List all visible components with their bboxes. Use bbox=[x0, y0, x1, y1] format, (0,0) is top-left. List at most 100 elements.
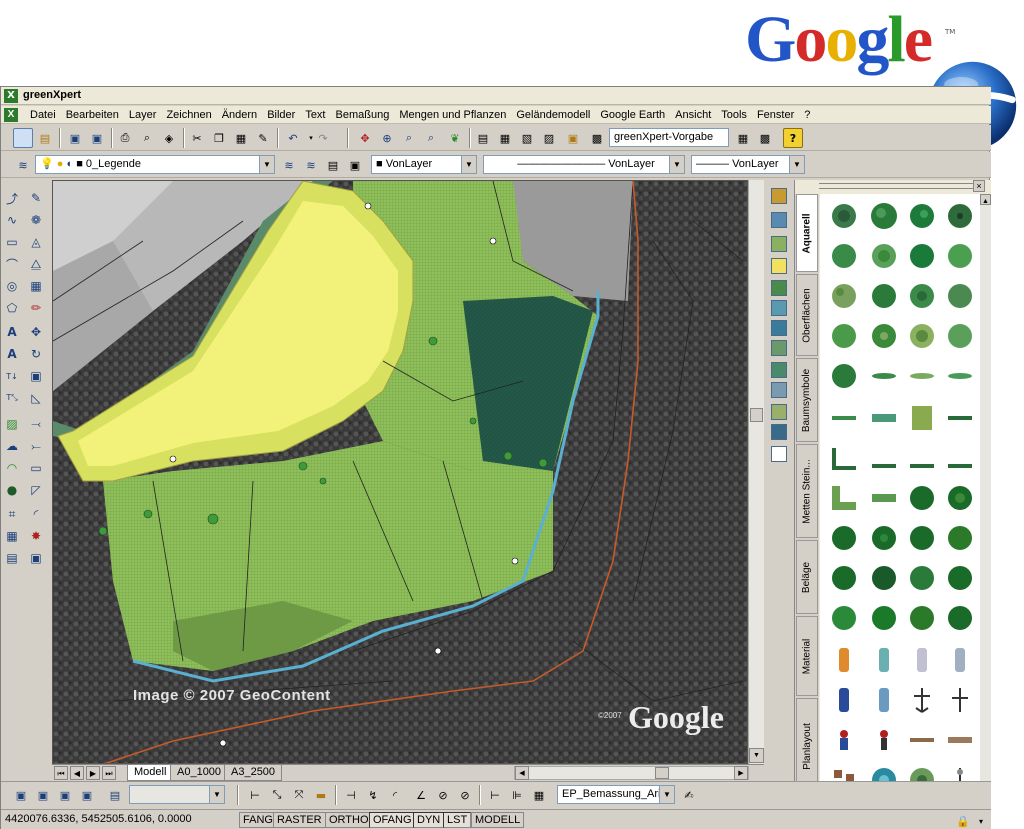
car-symbol[interactable] bbox=[870, 646, 898, 674]
viewport-icon[interactable]: ▣ bbox=[33, 785, 53, 805]
menu-zeichnen[interactable]: Zeichnen bbox=[161, 108, 216, 122]
folder-icon[interactable] bbox=[771, 188, 787, 204]
tree-symbol[interactable] bbox=[908, 322, 936, 350]
make-current-layer-icon[interactable]: ≋ bbox=[279, 155, 299, 175]
arc-dimension-icon[interactable]: ◜ bbox=[385, 785, 405, 805]
fillet-icon[interactable]: ◜ bbox=[27, 505, 45, 523]
car-symbol[interactable] bbox=[830, 686, 858, 714]
tree-symbol[interactable] bbox=[870, 202, 898, 230]
close-icon[interactable]: × bbox=[973, 180, 985, 192]
shrub-symbol[interactable] bbox=[908, 404, 936, 432]
tree-symbol[interactable] bbox=[908, 242, 936, 270]
tree-symbol[interactable] bbox=[830, 322, 858, 350]
move-icon[interactable]: ✥ bbox=[27, 323, 45, 341]
hedge-symbol[interactable] bbox=[870, 484, 898, 512]
pan-icon[interactable]: ✥ bbox=[355, 128, 375, 148]
color-combo[interactable]: ■ VonLayer ▼ bbox=[371, 155, 477, 174]
menu-google-earth[interactable]: Google Earth bbox=[595, 108, 670, 122]
text-edit-icon[interactable]: T↓ bbox=[3, 367, 21, 385]
dimstyle-combo[interactable]: EP_Bemassung_Aria ▼ bbox=[557, 785, 675, 804]
tree-symbol[interactable] bbox=[946, 604, 974, 632]
toggle-raster[interactable]: RASTER bbox=[273, 812, 326, 828]
tree-symbol[interactable] bbox=[908, 282, 936, 310]
drawing-canvas[interactable]: Image © 2007 GeoContent ©2007 Google bbox=[52, 180, 748, 764]
table-icon[interactable]: ▦ bbox=[3, 527, 21, 545]
match-properties-icon[interactable]: ✎ bbox=[253, 128, 273, 148]
toggle-ofang[interactable]: OFANG bbox=[369, 812, 416, 828]
print-preview-icon[interactable]: ⌕ bbox=[137, 128, 157, 148]
toggle-ortho[interactable]: ORTHO bbox=[325, 812, 373, 828]
hedge-symbol[interactable] bbox=[870, 404, 898, 432]
first-tab-icon[interactable]: ⏮ bbox=[54, 766, 68, 780]
mirror-icon[interactable]: ⧋ bbox=[27, 255, 45, 273]
toggle-fang[interactable]: FANG bbox=[239, 812, 277, 828]
draw-order-icon[interactable]: ▣ bbox=[27, 549, 45, 567]
brush-icon[interactable]: ✎ bbox=[27, 189, 45, 207]
layer-manager-icon[interactable]: ≋ bbox=[13, 155, 33, 175]
toggle-dyn[interactable]: DYN bbox=[413, 812, 445, 828]
lineweight-combo[interactable]: ——— VonLayer ▼ bbox=[691, 155, 805, 174]
aligned-dimension-icon[interactable]: ⤡ bbox=[267, 785, 287, 805]
dimension-edit-icon[interactable]: ⊢ bbox=[485, 785, 505, 805]
scroll-up-icon[interactable]: ▲ bbox=[980, 194, 991, 205]
linetype-combo[interactable]: ———————— VonLayer ▼ bbox=[483, 155, 685, 174]
tree-symbol[interactable] bbox=[946, 564, 974, 592]
mesh-icon[interactable] bbox=[771, 424, 787, 440]
surface-map-icon[interactable] bbox=[771, 236, 787, 252]
chevron-down-icon[interactable]: ▼ bbox=[669, 156, 684, 173]
properties-icon[interactable]: ▤ bbox=[473, 128, 493, 148]
person-symbol[interactable] bbox=[830, 726, 858, 754]
person-symbol[interactable] bbox=[870, 726, 898, 754]
tab-a3-2500[interactable]: A3_2500 bbox=[224, 765, 283, 781]
hedge-symbol[interactable] bbox=[946, 362, 974, 390]
baseline-dimension-icon[interactable]: ⊣ bbox=[341, 785, 361, 805]
tree-symbol[interactable] bbox=[908, 484, 936, 512]
tab-planlayout[interactable]: Planlayout bbox=[796, 698, 818, 794]
viewport-icon[interactable]: ▣ bbox=[11, 785, 31, 805]
tab-modell[interactable]: Modell bbox=[127, 765, 174, 781]
region-icon[interactable]: ⌗ bbox=[3, 505, 21, 523]
style-settings-icon[interactable]: ▦ bbox=[733, 128, 753, 148]
tab-aquarell[interactable]: Aquarell bbox=[796, 194, 818, 272]
trim-icon[interactable]: ⤙ bbox=[27, 415, 45, 433]
last-tab-icon[interactable]: ⏭ bbox=[102, 766, 116, 780]
car-symbol[interactable] bbox=[908, 646, 936, 674]
tree-symbol[interactable] bbox=[870, 564, 898, 592]
scrollbar-thumb[interactable] bbox=[750, 408, 763, 422]
lock-icon[interactable]: 🔒 bbox=[953, 811, 973, 829]
tree-symbol[interactable] bbox=[946, 242, 974, 270]
redo-icon[interactable]: ↷ bbox=[313, 128, 333, 148]
insert-block-icon[interactable]: ▤ bbox=[3, 549, 21, 567]
tree-symbol[interactable] bbox=[908, 604, 936, 632]
layer-combo[interactable]: 💡 ● ◐ ■ 0_Legende ▼ bbox=[35, 155, 275, 174]
calculator-icon[interactable]: ▩ bbox=[587, 128, 607, 148]
layer-states-icon[interactable]: ▤ bbox=[323, 155, 343, 175]
hedge-symbol[interactable] bbox=[946, 404, 974, 432]
section-icon[interactable] bbox=[771, 382, 787, 398]
person-symbol[interactable] bbox=[908, 686, 936, 714]
array-icon[interactable]: ▦ bbox=[27, 277, 45, 295]
radius-dimension-icon[interactable]: ↯ bbox=[363, 785, 383, 805]
person-symbol[interactable] bbox=[946, 686, 974, 714]
quick-dimension-icon[interactable]: ▬ bbox=[311, 785, 331, 805]
car-symbol[interactable] bbox=[830, 646, 858, 674]
tree-symbol[interactable] bbox=[830, 524, 858, 552]
surface-icon[interactable]: ◠ bbox=[3, 459, 21, 477]
linear-dimension-icon[interactable]: ⊢ bbox=[245, 785, 265, 805]
menu-aendern[interactable]: Ändern bbox=[217, 108, 262, 122]
revision-cloud-icon[interactable]: ☁ bbox=[3, 437, 21, 455]
tree-symbol[interactable] bbox=[870, 604, 898, 632]
break-icon[interactable]: ▭ bbox=[27, 459, 45, 477]
dimstyle-manager-icon[interactable]: ✍ bbox=[679, 785, 699, 805]
offset-icon[interactable]: ◬ bbox=[27, 233, 45, 251]
paste-icon[interactable]: ▦ bbox=[231, 128, 251, 148]
extend-icon[interactable]: ⤚ bbox=[27, 437, 45, 455]
rotate-icon[interactable]: ↻ bbox=[27, 345, 45, 363]
open-folder-icon[interactable]: ▤ bbox=[35, 128, 55, 148]
tree-symbol[interactable] bbox=[946, 524, 974, 552]
tree-symbol[interactable] bbox=[946, 484, 974, 512]
undo-icon[interactable]: ↶ bbox=[283, 128, 303, 148]
menu-gelaendemodell[interactable]: Geländemodell bbox=[511, 108, 595, 122]
tab-baumsymbole[interactable]: Baumsymbole bbox=[796, 358, 818, 442]
tree-icon[interactable]: ● bbox=[3, 481, 21, 499]
